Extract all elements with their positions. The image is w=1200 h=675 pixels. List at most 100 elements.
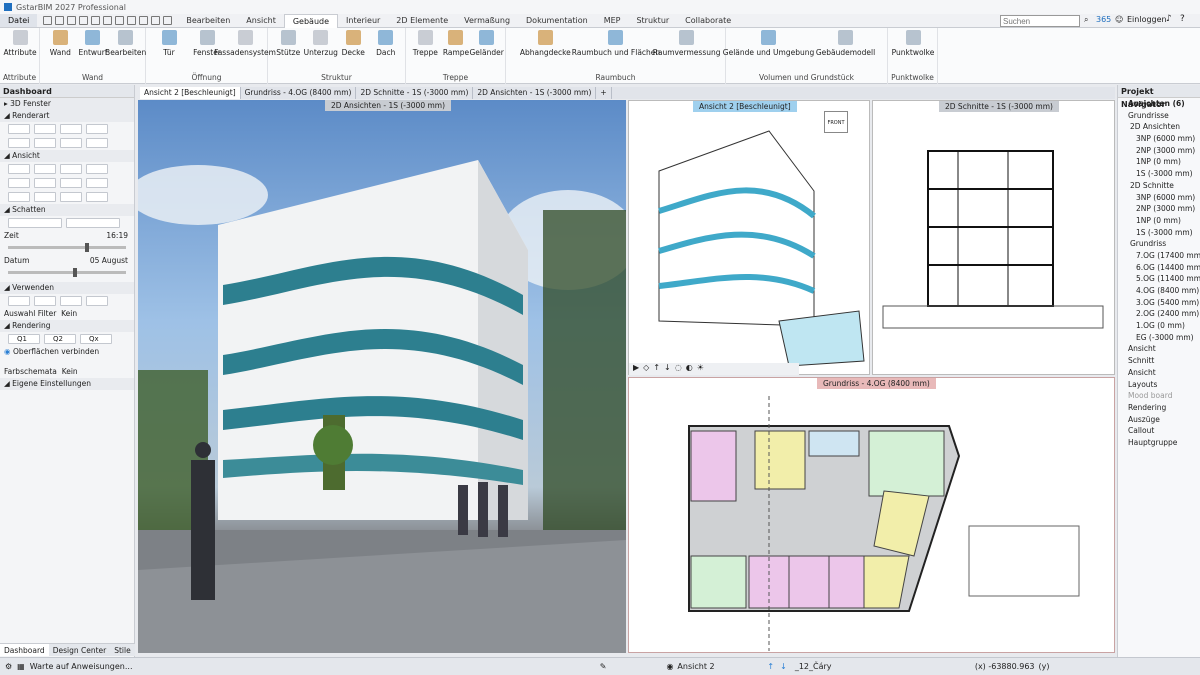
ribbon-button-st-tze[interactable]: Stütze <box>272 30 305 57</box>
bell-icon[interactable]: ♪ <box>1166 14 1172 24</box>
arrow-up-icon[interactable]: ↑ <box>653 363 660 375</box>
grid-toggle-icon[interactable]: ▦ <box>17 662 25 671</box>
section-verwenden[interactable]: ◢ Verwenden <box>0 282 134 294</box>
navigator-item[interactable]: 7.OG (17400 mm) <box>1118 250 1200 262</box>
ribbon-button-unterzug[interactable]: Unterzug <box>304 30 338 57</box>
ribbon-button-gel-nder[interactable]: Geländer <box>470 30 504 57</box>
tab-ansicht[interactable]: Ansicht <box>238 14 284 28</box>
navigator-item[interactable]: 4.OG (8400 mm) <box>1118 285 1200 297</box>
tab-file[interactable]: Datei <box>0 14 38 27</box>
ribbon-button-fassadensystem[interactable]: Fassadensystem <box>214 30 276 57</box>
view-left-icon[interactable] <box>60 164 82 174</box>
navigator-item[interactable]: EG (-3000 mm) <box>1118 332 1200 344</box>
ribbon-button-raumvermessung[interactable]: Raumvermessung <box>651 30 722 57</box>
wireframe-icon[interactable] <box>8 124 30 134</box>
ambient-icon[interactable] <box>86 138 108 148</box>
navigator-item[interactable]: 3NP (6000 mm) <box>1118 192 1200 204</box>
view-top-icon[interactable] <box>8 178 30 188</box>
connect-surfaces-toggle[interactable]: ◉ Oberflächen verbinden <box>0 346 134 358</box>
sun-small-icon[interactable]: ☀ <box>697 363 704 375</box>
navigator-item[interactable]: 6.OG (14400 mm) <box>1118 262 1200 274</box>
view-bottom-icon[interactable] <box>34 178 56 188</box>
ribbon-button-punktwolke[interactable]: Punktwolke <box>892 30 934 57</box>
section-3d-window[interactable]: ▸ 3D Fenster <box>0 98 134 110</box>
grid-icon[interactable] <box>139 16 149 25</box>
open-icon[interactable] <box>55 16 65 25</box>
navigator-item[interactable]: Mood board <box>1118 390 1200 402</box>
eye-icon[interactable]: ◉ <box>666 662 673 671</box>
quality-qx-button[interactable]: Qx <box>80 334 112 344</box>
view-tab[interactable]: 2D Schnitte - 1S (-3000 mm) <box>356 87 474 99</box>
select-icon[interactable] <box>127 16 137 25</box>
navigator-item[interactable]: 2D Ansichten <box>1118 121 1200 133</box>
sketch-icon[interactable] <box>8 138 30 148</box>
ribbon-button-dach[interactable]: Dach <box>370 30 403 57</box>
navigator-item[interactable]: 1NP (0 mm) <box>1118 156 1200 168</box>
filter-icon[interactable] <box>34 296 56 306</box>
ribbon-button-wand[interactable]: Wand <box>44 30 77 57</box>
zoom-fit-icon[interactable] <box>8 192 30 202</box>
navigator-item[interactable]: 5.OG (11400 mm) <box>1118 273 1200 285</box>
tab-dashboard[interactable]: Dashboard <box>0 644 49 656</box>
date-slider[interactable] <box>8 268 126 277</box>
arrow-down-icon[interactable]: ↓ <box>664 363 671 375</box>
navigator-item[interactable]: Schnitt <box>1118 355 1200 367</box>
zoom-in-icon[interactable] <box>60 192 82 202</box>
view-tab[interactable]: Grundriss - 4.OG (8400 mm) <box>241 87 357 99</box>
ribbon-button-geb-udemodell[interactable]: Gebäudemodell <box>807 30 884 57</box>
date-slider-thumb[interactable] <box>72 268 77 277</box>
rendered-view[interactable]: 2D Ansichten - 1S (-3000 mm) <box>128 100 638 653</box>
pick-icon[interactable] <box>8 296 30 306</box>
ribbon-button-decke[interactable]: Decke <box>337 30 370 57</box>
shaded-icon[interactable] <box>60 124 82 134</box>
ribbon-button-raumbuch-und-fl-chen[interactable]: Raumbuch und Flächen <box>572 30 660 57</box>
print-icon[interactable] <box>103 16 113 25</box>
search-icon[interactable]: ⌕ <box>1084 15 1088 25</box>
quality-q1-button[interactable]: Q1 <box>8 334 40 344</box>
office-badge[interactable]: 365 <box>1096 15 1111 24</box>
annotation-icon[interactable]: ✎ <box>600 662 607 671</box>
selection-filter-value[interactable]: Kein <box>61 309 77 318</box>
gear-icon[interactable]: ⚙ <box>5 662 12 671</box>
navigator-item[interactable]: Auszüge <box>1118 414 1200 426</box>
view-tab[interactable]: Ansicht 2 [Beschleunigt] <box>140 87 241 99</box>
tab-dokumentation[interactable]: Dokumentation <box>518 14 596 28</box>
measure-icon[interactable] <box>115 16 125 25</box>
search-input[interactable] <box>1000 15 1080 27</box>
user-icon[interactable]: ☺ <box>1115 15 1123 24</box>
up-arrow-icon[interactable]: ↑ <box>767 662 774 671</box>
tab-mep[interactable]: MEP <box>596 14 629 28</box>
navigator-item[interactable]: Rendering <box>1118 402 1200 414</box>
help-icon[interactable]: ? <box>1180 14 1185 24</box>
view-iso-icon[interactable] <box>60 178 82 188</box>
hidden-line-icon[interactable] <box>34 124 56 134</box>
navigator-item[interactable]: 3.OG (5400 mm) <box>1118 297 1200 309</box>
section-rendering[interactable]: ◢ Rendering <box>0 320 134 332</box>
cube-icon[interactable]: ◇ <box>643 363 649 375</box>
navigator-item[interactable]: 1S (-3000 mm) <box>1118 227 1200 239</box>
time-slider[interactable] <box>8 243 126 252</box>
current-layer[interactable]: _12_Čáry <box>795 662 935 671</box>
viewport-3d[interactable]: Ansicht 2 [Beschleunigt] FRONT ▶ ◇ ↑ ↓ ◌ ◐ ☀ <box>628 100 870 375</box>
viewport-section[interactable]: 2D Schnitte - 1S (-3000 mm) <box>872 100 1115 375</box>
navigator-item[interactable]: Ansichten (6) <box>1118 98 1200 110</box>
sun-icon[interactable] <box>66 218 120 228</box>
tab-interieur[interactable]: Interieur <box>338 14 388 28</box>
navigator-item[interactable]: 1.OG (0 mm) <box>1118 320 1200 332</box>
navigator-item[interactable]: 3NP (6000 mm) <box>1118 133 1200 145</box>
zoom-window-icon[interactable] <box>34 192 56 202</box>
play-icon[interactable]: ▶ <box>633 363 639 375</box>
view-persp-icon[interactable] <box>86 178 108 188</box>
ribbon-button-treppe[interactable]: Treppe <box>410 30 441 57</box>
tab-2d-elemente[interactable]: 2D Elemente <box>388 14 456 28</box>
view-tab[interactable]: 2D Ansichten - 1S (-3000 mm) <box>473 87 597 99</box>
navigator-item[interactable]: Hauptgruppe <box>1118 437 1200 449</box>
navigator-item[interactable]: 1NP (0 mm) <box>1118 215 1200 227</box>
navigator-item[interactable]: 2NP (3000 mm) <box>1118 145 1200 157</box>
eyedropper-icon[interactable] <box>86 296 108 306</box>
quality-q2-button[interactable]: Q2 <box>44 334 76 344</box>
tab-collaborate[interactable]: Collaborate <box>677 14 739 28</box>
navigator-item[interactable]: Grundrisse <box>1118 110 1200 122</box>
color-scheme-value[interactable]: Kein <box>62 367 78 376</box>
section-eigene[interactable]: ◢ Eigene Einstellungen <box>0 378 134 390</box>
